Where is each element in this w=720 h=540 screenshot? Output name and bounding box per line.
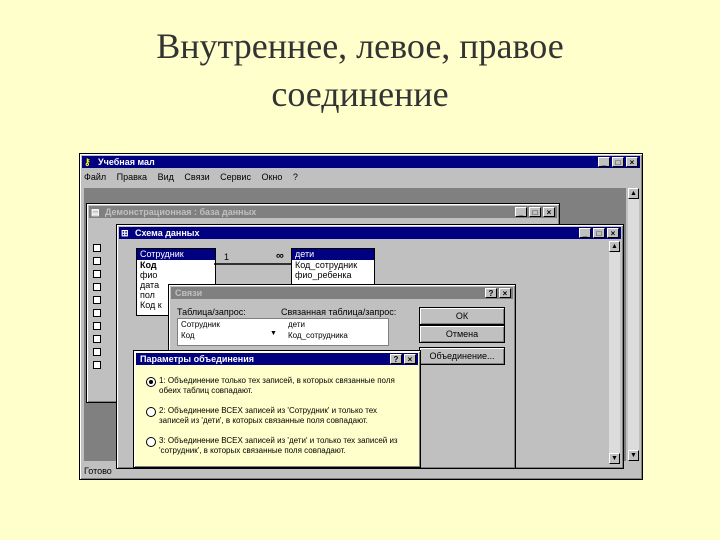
- menu-help[interactable]: ?: [293, 172, 298, 182]
- status-bar: Готово: [84, 466, 112, 476]
- radio-button[interactable]: [146, 377, 156, 387]
- links-dialog-title: Связи: [175, 288, 203, 298]
- main-vertical-scrollbar[interactable]: ▲ ▼: [628, 188, 639, 461]
- scroll-down-button[interactable]: ▼: [628, 450, 639, 461]
- links-dialog-titlebar[interactable]: Связи ? ×: [171, 287, 513, 299]
- schema-scroll-down[interactable]: ▼: [609, 453, 620, 464]
- database-icon: ▤: [91, 207, 100, 217]
- database-title: Демонстрационная : база данных: [105, 207, 257, 217]
- cancel-button[interactable]: Отмена: [419, 325, 505, 343]
- schema-titlebar[interactable]: ⊞ Схема данных _ □ ×: [119, 227, 621, 239]
- ok-button[interactable]: ОК: [419, 307, 505, 325]
- radio-button[interactable]: [146, 437, 156, 447]
- object-icon[interactable]: [93, 309, 101, 317]
- main-title: Учебная мал: [98, 157, 155, 167]
- menu-bar: Файл Правка Вид Связи Сервис Окно ?: [84, 172, 306, 182]
- database-object-list: [93, 244, 101, 374]
- join-dialog-title: Параметры объединения: [140, 354, 255, 364]
- db-maximize-button[interactable]: □: [529, 207, 541, 217]
- table-field[interactable]: фио_ребенка: [292, 270, 374, 280]
- schema-maximize-button[interactable]: □: [593, 228, 605, 238]
- join-option-label: 1: Объединение только тех записей, в кот…: [159, 376, 395, 395]
- col2-label: Связанная таблица/запрос:: [281, 307, 397, 317]
- help-button[interactable]: ?: [485, 288, 497, 298]
- join-help-button[interactable]: ?: [390, 354, 402, 364]
- database-titlebar[interactable]: ▤ Демонстрационная : база данных _ □ ×: [89, 206, 557, 218]
- join-close-button[interactable]: ×: [404, 354, 416, 364]
- close-button[interactable]: ×: [626, 157, 638, 167]
- join-params-dialog: Параметры объединения ? × 1: Объединение…: [133, 350, 421, 468]
- object-icon[interactable]: [93, 322, 101, 330]
- join-type-button[interactable]: Объединение...: [419, 347, 505, 365]
- object-icon[interactable]: [93, 296, 101, 304]
- menu-view[interactable]: Вид: [158, 172, 174, 182]
- schema-close-button[interactable]: ×: [607, 228, 619, 238]
- relation-one-label: 1: [224, 252, 230, 262]
- grid-col2-value[interactable]: дети: [288, 320, 384, 330]
- slide-title-line2: соединение: [271, 74, 449, 114]
- grid-row-right[interactable]: Код_сотрудника: [288, 331, 384, 341]
- join-option-label: 2: Объединение ВСЕХ записей из 'Сотрудни…: [159, 406, 378, 425]
- maximize-button[interactable]: □: [612, 157, 624, 167]
- object-icon[interactable]: [93, 348, 101, 356]
- schema-scroll-up[interactable]: ▲: [609, 241, 620, 252]
- relationships-icon: ⊞: [121, 228, 129, 238]
- table-field[interactable]: фио: [137, 270, 215, 280]
- fields-grid[interactable]: Сотрудник дети Код ▼ Код_сотрудника: [177, 318, 389, 346]
- table-sotrudnik-header: Сотрудник: [137, 249, 215, 260]
- main-titlebar[interactable]: ⚷ Учебная мал _ □ ×: [82, 156, 640, 168]
- key-icon: ⚷: [84, 157, 91, 167]
- object-icon[interactable]: [93, 270, 101, 278]
- schema-minimize-button[interactable]: _: [579, 228, 591, 238]
- object-icon[interactable]: [93, 257, 101, 265]
- object-icon[interactable]: [93, 244, 101, 252]
- menu-tools[interactable]: Сервис: [220, 172, 251, 182]
- menu-relations[interactable]: Связи: [184, 172, 209, 182]
- db-close-button[interactable]: ×: [543, 207, 555, 217]
- minimize-button[interactable]: _: [598, 157, 610, 167]
- join-option-label: 3: Объединение ВСЕХ записей из 'дети' и …: [159, 436, 398, 455]
- table-deti-header: дети: [292, 249, 374, 260]
- table-field[interactable]: Код: [137, 260, 215, 270]
- menu-edit[interactable]: Правка: [117, 172, 147, 182]
- object-icon[interactable]: [93, 335, 101, 343]
- object-icon[interactable]: [93, 361, 101, 369]
- col1-label: Таблица/запрос:: [177, 307, 246, 317]
- db-minimize-button[interactable]: _: [515, 207, 527, 217]
- schema-vertical-scrollbar[interactable]: ▲ ▼: [609, 241, 620, 464]
- grid-row-left[interactable]: Код: [181, 331, 261, 341]
- scroll-up-button[interactable]: ▲: [628, 188, 639, 199]
- relation-many-label: ∞: [276, 250, 284, 262]
- menu-file[interactable]: Файл: [84, 172, 106, 182]
- links-close-button[interactable]: ×: [499, 288, 511, 298]
- join-dialog-titlebar[interactable]: Параметры объединения ? ×: [136, 353, 418, 365]
- schema-title: Схема данных: [135, 228, 200, 238]
- chevron-down-icon[interactable]: ▼: [270, 330, 277, 337]
- menu-window[interactable]: Окно: [261, 172, 282, 182]
- slide-title-line1: Внутреннее, левое, правое: [156, 26, 564, 66]
- radio-button[interactable]: [146, 407, 156, 417]
- slide-title: Внутреннее, левое, правое соединение: [0, 22, 720, 118]
- grid-col1-value[interactable]: Сотрудник: [181, 320, 281, 330]
- table-field[interactable]: Код_сотрудник: [292, 260, 374, 270]
- object-icon[interactable]: [93, 283, 101, 291]
